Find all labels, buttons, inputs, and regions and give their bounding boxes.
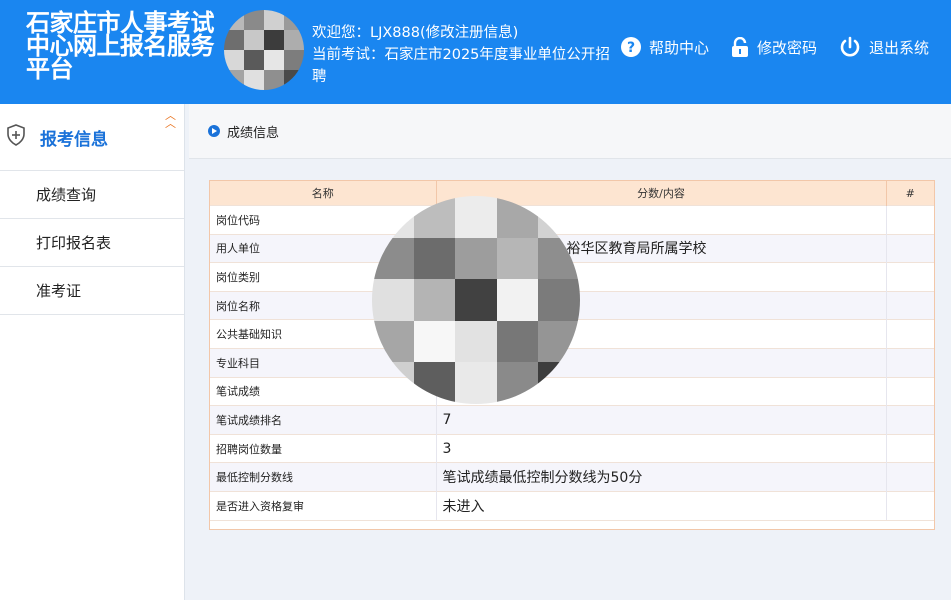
row-extra [886,405,934,435]
row-extra [886,347,934,378]
row-extra [886,462,934,492]
row-extra [886,433,934,463]
logout-label: 退出系统 [868,38,929,57]
sidebar-item-admission-ticket[interactable]: 准考证 [0,267,184,315]
row-value: 7 [436,405,887,435]
logout-button[interactable]: 退出系统 [839,36,929,58]
score-table: 名称 分数/内容 # 岗位代码 用人单位 裕华区教育局所属学校 岗位类别 岗位名称… [209,180,935,530]
sidebar: 报考信息 ︿ ︿ 成绩查询 打印报名表 准考证 [0,104,185,600]
header-actions: ? 帮助中心 修改密码 退出系统 [620,36,929,58]
table-row: 最低控制分数线 笔试成绩最低控制分数线为50分 [210,462,934,492]
section-title-bar: 成绩信息 [189,104,951,159]
sidebar-item-label: 打印报名表 [36,234,112,252]
table-row: 是否进入资格复审 未进入 [210,490,934,520]
sidebar-section-title: 报考信息 [40,129,108,150]
column-header-index: # [886,181,934,206]
privacy-mosaic-overlay [372,196,580,404]
row-value: 未进入 [436,490,887,520]
avatar [224,10,304,90]
row-extra [886,262,934,292]
power-icon [839,36,861,58]
table-footer-spacer [210,519,934,529]
sidebar-item-score-query[interactable]: 成绩查询 [0,171,184,219]
help-center-label: 帮助中心 [648,38,709,57]
help-center-button[interactable]: ? 帮助中心 [620,37,709,58]
section-title: 成绩信息 [227,125,280,141]
table-header-row: 名称 分数/内容 # [210,181,934,206]
current-exam-text: 当前考试：石家庄市2025年度事业单位公开招聘 [312,47,610,85]
row-name: 是否进入资格复审 [210,490,437,520]
row-name: 招聘岗位数量 [210,433,437,463]
row-extra [886,233,934,263]
row-value: 笔试成绩最低控制分数线为50分 [436,462,887,492]
row-value: 3 [436,433,887,463]
sidebar-item-label: 准考证 [36,282,82,300]
shield-plus-icon [6,124,26,150]
row-extra [886,205,934,235]
table-row: 招聘岗位数量 3 [210,433,934,463]
table-row: 用人单位 裕华区教育局所属学校 [210,233,934,263]
row-name: 笔试成绩排名 [210,405,437,435]
svg-text:?: ? [627,40,635,56]
play-circle-icon [208,125,220,137]
row-extra [886,319,934,349]
column-header-name: 名称 [210,181,437,206]
row-name: 最低控制分数线 [210,462,437,492]
table-row: 笔试成绩排名 7 [210,405,934,435]
help-icon: ? [620,37,641,57]
sidebar-section-header[interactable]: 报考信息 ︿ ︿ [0,104,184,171]
sidebar-item-label: 成绩查询 [36,186,97,204]
lock-icon [731,37,749,57]
top-header: 石家庄市人事考试中心网上报名服务平台 欢迎您：LJX888(修改注册信息) 当前… [0,0,951,104]
row-extra [886,376,934,406]
row-name: 笔试成绩 [210,376,437,406]
table-row: 专业科目 [210,347,934,378]
sidebar-item-print-form[interactable]: 打印报名表 [0,219,184,267]
collapse-chevron-icon[interactable]: ︿ ︿ [165,110,176,129]
table-row: 岗位代码 [210,205,934,235]
row-extra [886,490,934,520]
user-welcome: 欢迎您：LJX888(修改注册信息) 当前考试：石家庄市2025年度事业单位公开… [312,22,612,88]
change-password-label: 修改密码 [756,38,817,57]
site-title: 石家庄市人事考试中心网上报名服务平台 [26,9,215,83]
table-row: 笔试成绩 [210,376,934,406]
change-password-button[interactable]: 修改密码 [731,37,817,58]
row-extra [886,290,934,320]
welcome-text[interactable]: 欢迎您：LJX888(修改注册信息) [312,22,612,44]
